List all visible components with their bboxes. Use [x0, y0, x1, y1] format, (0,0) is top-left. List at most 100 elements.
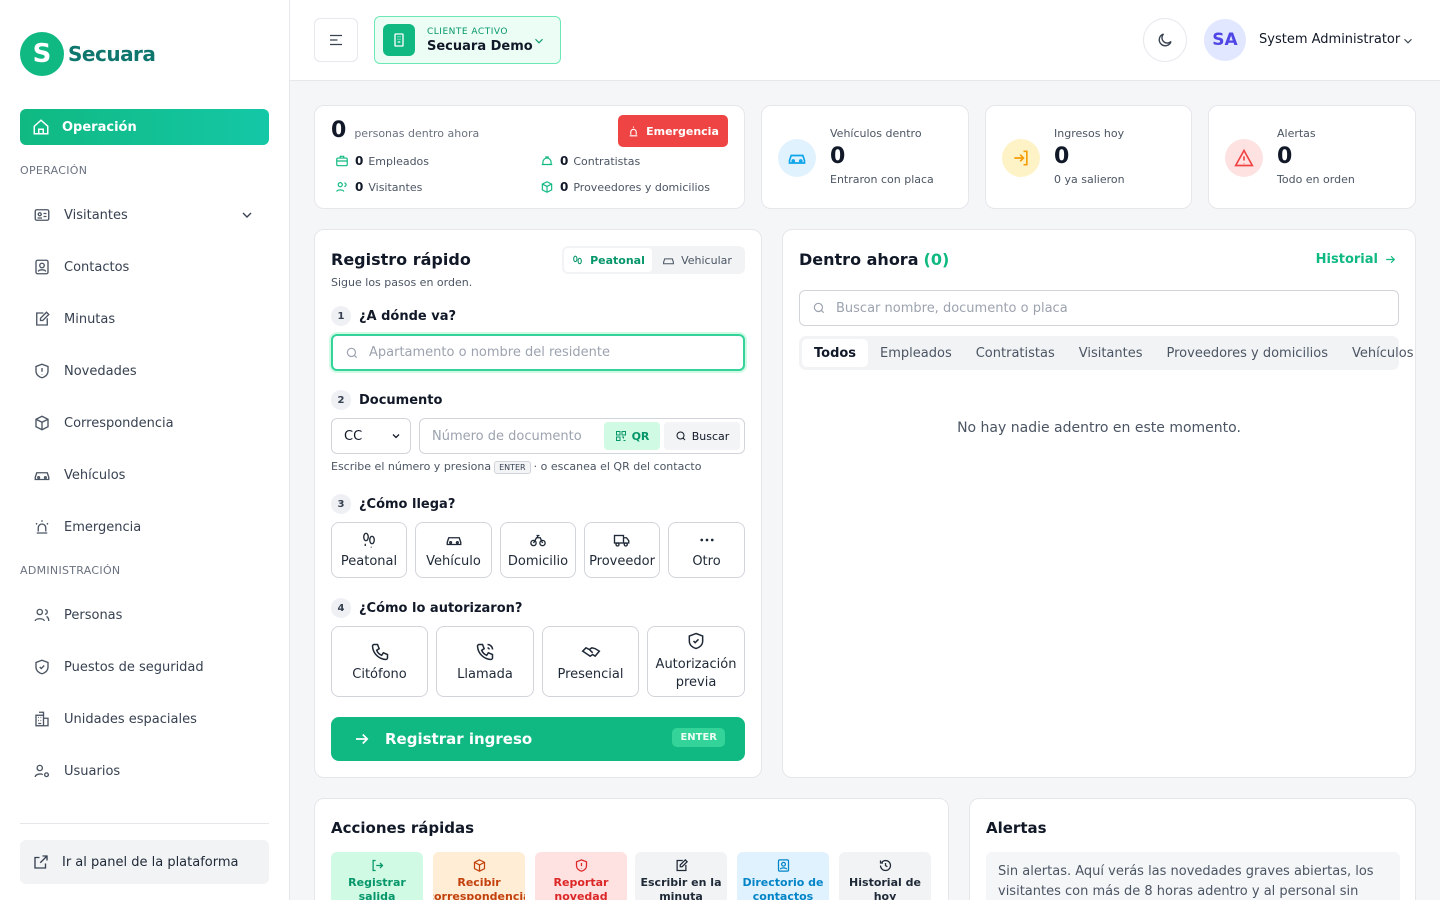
nav-item-usuarios[interactable]: Usuarios [20, 753, 269, 789]
nav-item-personas[interactable]: Personas [20, 597, 269, 633]
history-link[interactable]: Historial [1316, 252, 1397, 267]
inside-now-title: Dentro ahora [799, 250, 919, 269]
action-reportar-novedad[interactable]: Reportar novedad [535, 852, 627, 900]
action-historial-hoy[interactable]: Historial de hoy [839, 852, 931, 900]
document-number-input[interactable]: Número de documento [432, 429, 602, 444]
chevron-down-icon[interactable] [239, 207, 255, 223]
tab-proveedores[interactable]: Proveedores y domicilios [1155, 339, 1341, 367]
contact-book-icon [777, 859, 789, 872]
arrival-domicilio-button[interactable]: Domicilio [500, 522, 576, 578]
auth-citofono-button[interactable]: Citófono [331, 626, 428, 697]
avatar[interactable]: SA [1204, 19, 1246, 61]
user-name[interactable]: System Administrator [1259, 32, 1400, 47]
nav-item-puestos[interactable]: Puestos de seguridad [20, 649, 269, 685]
nav-item-vehiculos[interactable]: Vehículos [20, 457, 269, 493]
nav-item-minutas[interactable]: Minutas [20, 301, 269, 337]
nav-item-operacion[interactable]: Operación [20, 109, 269, 145]
arrival-vehiculo-button[interactable]: Vehículo [415, 522, 492, 578]
inside-filter-tabs: Todos Empleados Contratistas Visitantes … [799, 336, 1413, 370]
search-label: Buscar [691, 429, 730, 443]
mode-label: Vehicular [681, 253, 732, 267]
logo-icon: S [20, 32, 64, 76]
step-4: 4 ¿Cómo lo autorizaron? [331, 598, 522, 618]
tab-empleados[interactable]: Empleados [868, 339, 964, 367]
empty-state-message: No hay nadie adentro en este momento. [957, 420, 1241, 436]
nav-item-label: Puestos de seguridad [64, 659, 204, 675]
phone-call-icon [476, 643, 494, 660]
arrival-peatonal-button[interactable]: Peatonal [331, 522, 407, 578]
mode-vehicular-tab[interactable]: Vehicular [652, 248, 742, 272]
shield-check-icon [32, 657, 52, 677]
menu-icon [330, 34, 342, 46]
presence-summary-card: 0 personas dentro ahora Emergencia 0 Emp… [314, 105, 745, 209]
history-link-label: Historial [1315, 252, 1378, 267]
step-title: ¿A dónde va? [359, 308, 457, 324]
action-label: Historial de hoy [849, 876, 921, 900]
footprints-icon [573, 255, 582, 264]
nav-item-label: Unidades espaciales [64, 711, 197, 727]
platform-panel-label: Ir al panel de la plataforma [62, 854, 239, 870]
action-recibir-correspondencia[interactable]: Recibir correspondencia [433, 852, 525, 900]
inside-now-count: (0) [923, 250, 950, 269]
action-registrar-salida[interactable]: Registrar salida [331, 852, 423, 900]
stat-label: Empleados [368, 154, 430, 168]
nav-item-unidades[interactable]: Unidades espaciales [20, 701, 269, 737]
client-selector[interactable]: CLIENTE ACTIVO Secuara Demo [374, 16, 561, 64]
brand-logo[interactable]: S Secuara [20, 32, 156, 76]
arrival-label: Peatonal [340, 554, 398, 569]
theme-toggle-button[interactable] [1143, 18, 1187, 62]
step-title: Documento [359, 392, 443, 408]
alerts-empty-message: Sin alertas. Aquí verás las novedades gr… [986, 852, 1400, 900]
logout-icon [372, 859, 383, 872]
scan-qr-button[interactable]: QR [604, 422, 660, 450]
login-icon [1002, 139, 1040, 177]
alerts-card: Alertas Sin alertas. Aquí verás las nove… [969, 798, 1416, 900]
action-label: Reportar novedad [553, 876, 609, 900]
nav-item-correspondencia[interactable]: Correspondencia [20, 405, 269, 441]
nav-item-emergencia[interactable]: Emergencia [20, 509, 269, 545]
action-escribir-minuta[interactable]: Escribir en la minuta [635, 852, 727, 900]
arrival-otro-button[interactable]: Otro [668, 522, 745, 578]
platform-panel-button[interactable]: Ir al panel de la plataforma [20, 840, 269, 884]
tab-contratistas[interactable]: Contratistas [964, 339, 1067, 367]
arrival-label: Domicilio [507, 554, 569, 569]
chevron-down-icon [535, 38, 543, 44]
auth-presencial-button[interactable]: Presencial [542, 626, 639, 697]
action-directorio-contactos[interactable]: Directorio de contactos [737, 852, 829, 900]
document-type-select[interactable]: CC [331, 418, 411, 454]
destination-input[interactable]: Apartamento o nombre del residente [331, 334, 745, 371]
arrival-label: Otro [692, 554, 721, 569]
emergency-button[interactable]: Emergencia [618, 115, 728, 147]
search-document-button[interactable]: Buscar [664, 422, 740, 450]
arrival-proveedor-button[interactable]: Proveedor [584, 522, 660, 578]
siren-icon [629, 126, 638, 136]
auth-label: Citófono [352, 666, 407, 682]
car-icon [32, 465, 52, 485]
enter-key-badge: ENTER [672, 728, 725, 747]
menu-toggle-button[interactable] [314, 18, 358, 62]
inside-search-input[interactable]: Buscar nombre, documento o placa [799, 290, 1399, 326]
siren-icon [32, 517, 52, 537]
nav-item-visitantes[interactable]: Visitantes [20, 197, 269, 233]
auth-previa-button[interactable]: Autorización previa [647, 626, 745, 697]
stat-value: 0 [560, 154, 569, 168]
register-label: Registrar ingreso [385, 730, 533, 748]
nav-item-novedades[interactable]: Novedades [20, 353, 269, 389]
nav-item-label: Vehículos [64, 467, 126, 483]
tab-visitantes[interactable]: Visitantes [1067, 339, 1155, 367]
tab-vehiculos[interactable]: Vehículos [1340, 339, 1425, 367]
contact-book-icon [32, 257, 52, 277]
inside-now-header: Dentro ahora (0) [799, 250, 949, 269]
quick-register-subtitle: Sigue los pasos en orden. [331, 276, 473, 289]
destination-placeholder: Apartamento o nombre del residente [369, 345, 611, 360]
mode-toggle: Peatonal Vehicular [562, 246, 745, 274]
presence-total: 0 [331, 118, 347, 143]
stat-label: Visitantes [368, 180, 423, 194]
auth-llamada-button[interactable]: Llamada [436, 626, 534, 697]
chevron-down-icon[interactable] [1401, 34, 1415, 48]
tab-todos[interactable]: Todos [802, 339, 869, 367]
register-entry-button[interactable]: Registrar ingreso ENTER [331, 717, 745, 761]
nav-item-contactos[interactable]: Contactos [20, 249, 269, 285]
mode-peatonal-tab[interactable]: Peatonal [564, 248, 652, 272]
shield-alert-icon [32, 361, 52, 381]
